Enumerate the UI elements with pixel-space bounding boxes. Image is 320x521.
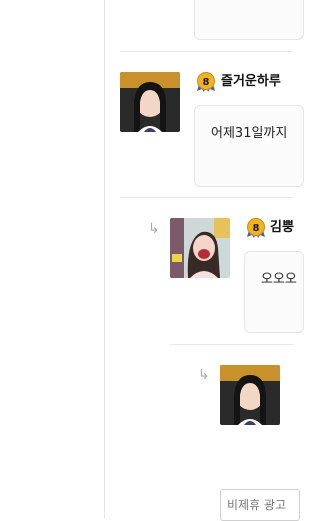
comment-nickname[interactable]: 김뿡: [270, 220, 294, 236]
comment-avatar[interactable]: [170, 218, 230, 278]
ad-label: 비제휴 광고: [227, 498, 287, 512]
comment-nickname[interactable]: 즐거운하루: [221, 74, 281, 90]
comment-divider: [120, 197, 293, 198]
level-badge-icon: 8: [247, 218, 265, 238]
comment-divider: [120, 51, 293, 52]
left-divider-line: [104, 0, 105, 518]
level-badge-icon: 8: [197, 72, 215, 92]
comment-divider: [170, 344, 293, 345]
level-number: 8: [253, 223, 260, 234]
level-number: 8: [203, 77, 210, 88]
non-affiliate-ad-box[interactable]: 비제휴 광고: [220, 489, 300, 521]
reply-arrow-icon: ↳: [198, 367, 210, 383]
left-gutter: [0, 0, 104, 518]
reply-arrow-icon: ↳: [148, 221, 160, 237]
comment-avatar[interactable]: [120, 72, 180, 132]
comment-bubble: 오오오: [244, 251, 304, 333]
comment-avatar[interactable]: [220, 365, 280, 425]
comment-text: 어제31일까지: [211, 126, 288, 141]
comment-bubble: 어제31일까지: [194, 105, 304, 187]
previous-comment-bubble: [194, 0, 304, 40]
comment-text: 오오오: [261, 272, 297, 287]
